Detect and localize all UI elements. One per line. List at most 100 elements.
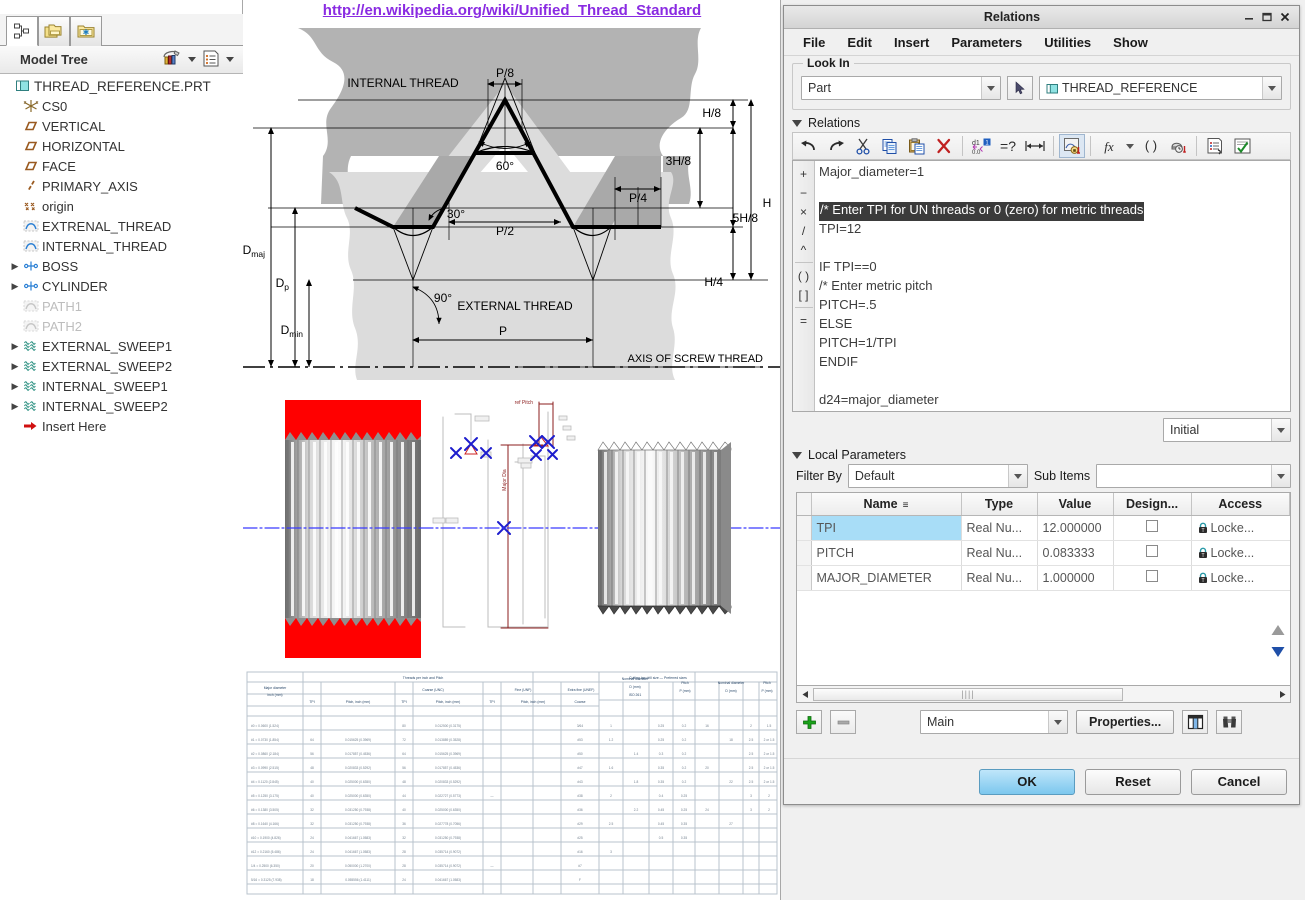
insert-from-model-button[interactable] bbox=[1059, 134, 1085, 158]
menu-bar[interactable]: File Edit Insert Parameters Utilities Show bbox=[784, 29, 1299, 56]
remove-parameter-button[interactable] bbox=[830, 710, 856, 734]
chevron-down-icon[interactable] bbox=[188, 57, 196, 62]
reset-button[interactable]: Reset bbox=[1085, 768, 1181, 795]
cancel-button[interactable]: Cancel bbox=[1191, 768, 1287, 795]
row-gutter[interactable] bbox=[797, 565, 812, 591]
operator-button-5[interactable]: ( ) bbox=[794, 266, 814, 285]
cell-type[interactable]: Real Nu... bbox=[961, 515, 1038, 541]
chevron-down-icon[interactable] bbox=[1271, 465, 1290, 487]
dimension-button[interactable] bbox=[1022, 134, 1048, 158]
column-header-name[interactable]: Name ≡ bbox=[811, 493, 962, 516]
dialog-titlebar[interactable]: Relations bbox=[784, 6, 1299, 29]
tree-item-external-sweep1[interactable]: ▶ EXTERNAL_SWEEP1 bbox=[0, 336, 243, 356]
menu-edit[interactable]: Edit bbox=[836, 32, 883, 53]
paste-button[interactable] bbox=[904, 134, 930, 158]
cell-designated[interactable] bbox=[1113, 565, 1192, 591]
chevron-down-icon[interactable] bbox=[981, 77, 1000, 99]
tree-item-internal-sweep2[interactable]: ▶ INTERNAL_SWEEP2 bbox=[0, 396, 243, 416]
scroll-right-button[interactable] bbox=[1274, 687, 1290, 702]
chevron-down-icon[interactable] bbox=[792, 451, 802, 459]
sub-items-combo[interactable] bbox=[1096, 464, 1291, 488]
tree-item-primary-axis[interactable]: PRIMARY_AXIS bbox=[0, 176, 243, 196]
tree-item-boss[interactable]: ▶ BOSS bbox=[0, 256, 243, 276]
operator-button-4[interactable]: ^ bbox=[794, 240, 814, 259]
operator-button-2[interactable]: × bbox=[794, 202, 814, 221]
cell-name[interactable]: PITCH bbox=[811, 540, 962, 566]
undo-button[interactable] bbox=[796, 134, 822, 158]
menu-parameters[interactable]: Parameters bbox=[940, 32, 1033, 53]
expand-arrow-icon[interactable]: ▶ bbox=[8, 341, 22, 352]
relation-line[interactable]: /* Enter TPI for UN threads or 0 (zero) … bbox=[819, 202, 1286, 221]
relation-line[interactable] bbox=[819, 183, 1286, 202]
cell-access[interactable]: T Locke... bbox=[1191, 565, 1290, 591]
tree-item-horizontal[interactable]: HORIZONTAL bbox=[0, 136, 243, 156]
relation-line[interactable] bbox=[819, 240, 1286, 259]
favorites-tab[interactable]: ✱ bbox=[70, 16, 102, 46]
operator-toolbar[interactable]: + − × / ^ ( )[ ] = bbox=[793, 161, 815, 411]
external-thread-preview[interactable] bbox=[597, 441, 732, 615]
internal-thread-preview[interactable] bbox=[285, 400, 421, 658]
relation-line[interactable]: IF TPI==0 bbox=[819, 259, 1286, 278]
redo-button[interactable] bbox=[823, 134, 849, 158]
units-button[interactable] bbox=[1165, 134, 1191, 158]
relation-line[interactable]: ELSE bbox=[819, 316, 1286, 335]
operator-button-7[interactable]: = bbox=[794, 311, 814, 330]
local-parameters-table[interactable]: Name ≡ Type Value Design... Access TPI Real Nu… bbox=[796, 492, 1291, 686]
designated-checkbox[interactable] bbox=[1146, 520, 1158, 532]
look-in-type-combo[interactable]: Part bbox=[801, 76, 1001, 100]
tree-item-origin[interactable]: origin bbox=[0, 196, 243, 216]
relation-line[interactable] bbox=[819, 373, 1286, 392]
maximize-button[interactable] bbox=[1258, 8, 1276, 26]
cell-value[interactable]: 1.000000 bbox=[1037, 565, 1114, 591]
list-display-icon[interactable] bbox=[201, 48, 221, 71]
row-gutter[interactable] bbox=[797, 540, 812, 566]
add-parameter-button[interactable] bbox=[796, 710, 822, 734]
table-horizontal-scrollbar[interactable]: |||| bbox=[796, 686, 1291, 703]
expand-arrow-icon[interactable]: ▶ bbox=[8, 361, 22, 372]
properties-button[interactable]: Properties... bbox=[1076, 710, 1175, 734]
tree-item-cs0[interactable]: CS0 bbox=[0, 96, 243, 116]
chevron-down-icon[interactable] bbox=[1048, 711, 1067, 733]
graphics-window[interactable]: http://en.wikipedia.org/wiki/Unified_Thr… bbox=[243, 0, 781, 900]
filter-by-combo[interactable]: Default bbox=[847, 464, 1028, 488]
model-tree-items[interactable]: THREAD_REFERENCE.PRT CS0 VERTICAL HORIZONTA… bbox=[0, 74, 243, 900]
relations-list-button[interactable] bbox=[1202, 134, 1228, 158]
parameter-scope-combo[interactable]: Main bbox=[920, 710, 1068, 734]
tree-item-face[interactable]: FACE bbox=[0, 156, 243, 176]
designated-checkbox[interactable] bbox=[1146, 545, 1158, 557]
verify-button[interactable] bbox=[1229, 134, 1255, 158]
relation-line[interactable]: PITCH=.5 bbox=[819, 297, 1286, 316]
tree-item-external-sweep2[interactable]: ▶ EXTERNAL_SWEEP2 bbox=[0, 356, 243, 376]
relations-text-area[interactable]: Major_diameter=1 /* Enter TPI for UN thr… bbox=[815, 161, 1290, 411]
columns-button[interactable] bbox=[1182, 710, 1209, 734]
column-header-access[interactable]: Access bbox=[1191, 493, 1290, 516]
table-row[interactable]: MAJOR_DIAMETER Real Nu... 1.000000 T Locke..… bbox=[797, 565, 1290, 591]
chevron-down-icon[interactable] bbox=[1262, 77, 1281, 99]
column-header-value[interactable]: Value bbox=[1037, 493, 1114, 516]
expand-arrow-icon[interactable]: ▶ bbox=[8, 381, 22, 392]
menu-show[interactable]: Show bbox=[1102, 32, 1159, 53]
chevron-down-icon[interactable] bbox=[1271, 419, 1290, 441]
operator-button-1[interactable]: − bbox=[794, 183, 814, 202]
row-gutter[interactable] bbox=[797, 515, 812, 541]
relation-line[interactable]: Major_diameter=1 bbox=[819, 164, 1286, 183]
tree-item-extrenal-thread[interactable]: EXTRENAL_THREAD bbox=[0, 216, 243, 236]
table-row[interactable]: TPI Real Nu... 12.000000 T Locke... bbox=[797, 515, 1290, 541]
expand-arrow-icon[interactable]: ▶ bbox=[8, 281, 22, 292]
cell-designated[interactable] bbox=[1113, 515, 1192, 541]
menu-utilities[interactable]: Utilities bbox=[1033, 32, 1102, 53]
scroll-up-button[interactable] bbox=[1268, 621, 1288, 639]
scroll-left-button[interactable] bbox=[797, 687, 813, 702]
relation-line[interactable]: TPI=12 bbox=[819, 221, 1286, 240]
menu-file[interactable]: File bbox=[792, 32, 836, 53]
cell-access[interactable]: T Locke... bbox=[1191, 515, 1290, 541]
expand-arrow-icon[interactable]: ▶ bbox=[8, 261, 22, 272]
relation-line[interactable]: /* Enter metric pitch bbox=[819, 278, 1286, 297]
find-button[interactable] bbox=[1216, 710, 1243, 734]
tree-item-cylinder[interactable]: ▶ CYLINDER bbox=[0, 276, 243, 296]
model-tree-tab[interactable] bbox=[6, 16, 38, 46]
relations-section-header[interactable]: Relations bbox=[792, 116, 1299, 130]
scrollbar-thumb[interactable]: |||| bbox=[813, 687, 1123, 701]
relations-editor[interactable]: + − × / ^ ( )[ ] = Major_diameter=1 /* Enter T… bbox=[792, 160, 1291, 412]
delete-button[interactable] bbox=[931, 134, 957, 158]
